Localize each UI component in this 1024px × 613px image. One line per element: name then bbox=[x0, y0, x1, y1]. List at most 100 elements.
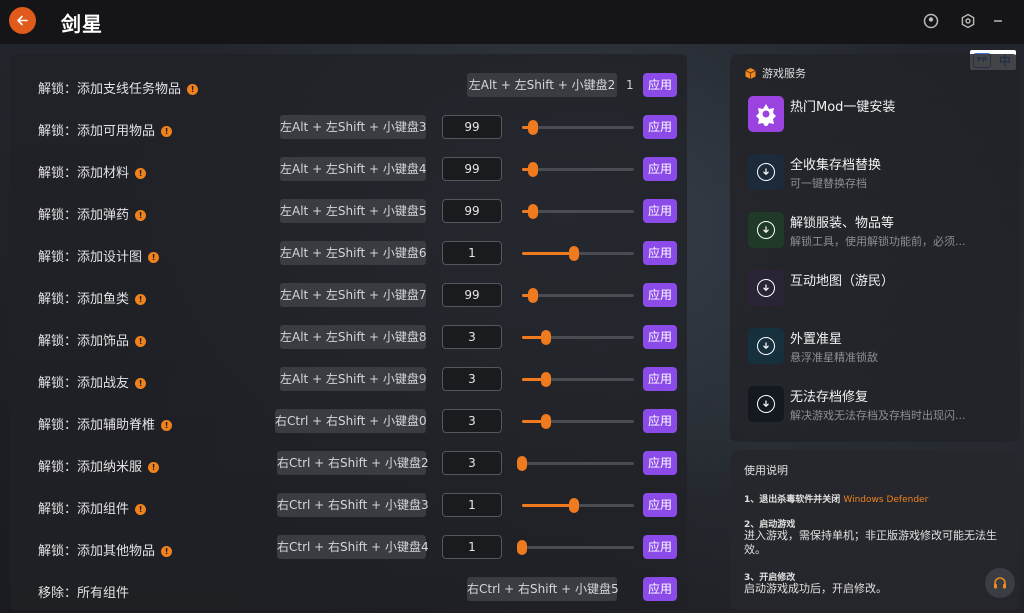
quantity-slider[interactable] bbox=[522, 288, 634, 303]
apply-button[interactable]: 应用 bbox=[643, 157, 677, 181]
apply-button[interactable]: 应用 bbox=[643, 493, 677, 517]
apply-button[interactable]: 应用 bbox=[643, 409, 677, 433]
quantity-input[interactable]: 3 bbox=[442, 451, 502, 475]
info-icon[interactable]: ! bbox=[187, 84, 199, 95]
slider-handle[interactable] bbox=[540, 330, 551, 345]
quantity-input[interactable]: 99 bbox=[442, 115, 502, 139]
quantity-slider[interactable] bbox=[522, 120, 634, 135]
cheat-row: 解锁：添加其他物品! 右Ctrl + 右Shift + 小键盘4 1 应用 bbox=[10, 527, 687, 569]
apply-button[interactable]: 应用 bbox=[643, 535, 677, 559]
service-item-unlock-items[interactable]: 解锁服装、物品等 解锁工具，使用解锁功能前，必须... bbox=[748, 212, 1010, 252]
service-item-crosshair[interactable]: 外置准星 悬浮准星精准锁敌 bbox=[748, 328, 1010, 368]
apply-button[interactable]: 应用 bbox=[643, 73, 677, 97]
hotkey-button[interactable]: 右Ctrl + 右Shift + 小键盘0 bbox=[275, 409, 427, 433]
quantity-slider[interactable] bbox=[522, 246, 634, 261]
info-icon[interactable]: ! bbox=[161, 546, 173, 557]
apply-button[interactable]: 应用 bbox=[643, 241, 677, 265]
cheat-row: 解锁：添加饰品! 左Alt + 左Shift + 小键盘8 3 应用 bbox=[10, 317, 687, 359]
cheat-row: 解锁：添加支线任务物品! 左Alt + 左Shift + 小键盘2 1 应用 bbox=[10, 65, 687, 107]
mod-icon bbox=[748, 96, 784, 132]
settings-icon[interactable] bbox=[958, 11, 978, 31]
quantity-slider[interactable] bbox=[522, 414, 634, 429]
download-icon bbox=[748, 270, 784, 306]
info-icon[interactable]: ! bbox=[135, 378, 147, 389]
info-icon[interactable]: ! bbox=[135, 210, 147, 221]
service-item-mod-install[interactable]: 热门Mod一键安装 bbox=[748, 96, 1010, 136]
slider-handle[interactable] bbox=[528, 288, 539, 303]
cheat-row: 解锁：添加弹药! 左Alt + 左Shift + 小键盘5 99 应用 bbox=[10, 191, 687, 233]
quantity-slider[interactable] bbox=[517, 456, 634, 471]
service-item-save-fix[interactable]: 无法存档修复 解决游戏无法存档及存档时出现闪... bbox=[748, 386, 1010, 426]
slider-handle[interactable] bbox=[568, 498, 579, 513]
hotkey-button[interactable]: 左Alt + 左Shift + 小键盘4 bbox=[280, 157, 427, 181]
info-icon[interactable]: ! bbox=[135, 504, 147, 515]
quantity-input[interactable]: 3 bbox=[442, 325, 502, 349]
info-icon[interactable]: ! bbox=[161, 126, 173, 137]
cheat-row: 解锁：添加战友! 左Alt + 左Shift + 小键盘9 3 应用 bbox=[10, 359, 687, 401]
support-button[interactable] bbox=[985, 568, 1015, 598]
apply-button[interactable]: 应用 bbox=[643, 451, 677, 475]
quantity-input[interactable]: 99 bbox=[442, 283, 502, 307]
quantity-slider[interactable] bbox=[522, 330, 634, 345]
cheat-row: 移除：所有组件 右Ctrl + 右Shift + 小键盘5 应用 bbox=[10, 569, 687, 611]
hotkey-button[interactable]: 左Alt + 左Shift + 小键盘9 bbox=[280, 367, 427, 391]
hotkey-button[interactable]: 左Alt + 左Shift + 小键盘8 bbox=[280, 325, 427, 349]
quantity-input[interactable]: 99 bbox=[442, 199, 502, 223]
hotkey-button[interactable]: 右Ctrl + 右Shift + 小键盘4 bbox=[277, 535, 429, 559]
cheat-label: 移除：所有组件 bbox=[38, 586, 130, 601]
info-icon[interactable]: ! bbox=[135, 336, 147, 347]
quantity-slider[interactable] bbox=[517, 540, 634, 555]
cheat-label: 解锁：添加弹药! bbox=[38, 204, 147, 223]
info-icon[interactable]: ! bbox=[135, 294, 147, 305]
cheat-list-panel: 解锁：添加支线任务物品! 左Alt + 左Shift + 小键盘2 1 应用 解… bbox=[10, 54, 687, 610]
service-item-interactive-map[interactable]: 互动地图（游民） bbox=[748, 270, 1010, 310]
info-icon[interactable]: ! bbox=[148, 462, 160, 473]
cheat-label: 解锁：添加材料! bbox=[38, 162, 147, 181]
apply-button[interactable]: 应用 bbox=[643, 367, 677, 391]
help-step-2-text: 进入游戏，需保持单机；非正版游戏修改可能无法生效。 bbox=[744, 529, 997, 556]
minimize-icon[interactable] bbox=[988, 11, 1008, 31]
slider-handle[interactable] bbox=[517, 456, 527, 471]
hotkey-button[interactable]: 左Alt + 左Shift + 小键盘6 bbox=[280, 241, 427, 265]
help-step-1: 1、退出杀毒软件并关闭 Windows Defender bbox=[744, 495, 929, 505]
slider-handle[interactable] bbox=[528, 120, 539, 135]
service-item-save-replace[interactable]: 全收集存档替换 可一键替换存档 bbox=[748, 154, 1010, 194]
apply-button[interactable]: 应用 bbox=[643, 115, 677, 139]
slider-handle[interactable] bbox=[540, 414, 551, 429]
apply-button[interactable]: 应用 bbox=[643, 199, 677, 223]
quantity-input[interactable]: 1 bbox=[442, 535, 502, 559]
quantity-slider[interactable] bbox=[522, 204, 634, 219]
slider-handle[interactable] bbox=[517, 540, 527, 555]
back-button[interactable] bbox=[9, 7, 36, 34]
quantity-input[interactable]: 1 bbox=[442, 493, 502, 517]
info-icon[interactable]: ! bbox=[135, 168, 147, 179]
hotkey-button[interactable]: 左Alt + 左Shift + 小键盘3 bbox=[280, 115, 427, 139]
user-icon[interactable] bbox=[921, 11, 941, 31]
info-icon[interactable]: ! bbox=[161, 420, 173, 431]
hotkey-button[interactable]: 左Alt + 左Shift + 小键盘5 bbox=[280, 199, 427, 223]
quantity-input[interactable]: 3 bbox=[442, 409, 502, 433]
quantity-input[interactable]: 1 bbox=[442, 241, 502, 265]
hotkey-button[interactable]: 右Ctrl + 右Shift + 小键盘3 bbox=[277, 493, 429, 517]
game-services-panel: 游戏服务 热门Mod一键安装 全收集存档替换 可一键替换存档 解锁服装、物品等 … bbox=[730, 54, 1020, 442]
hotkey-button[interactable]: 右Ctrl + 右Shift + 小键盘5 bbox=[467, 577, 619, 601]
info-icon[interactable]: ! bbox=[148, 252, 160, 263]
slider-handle[interactable] bbox=[568, 246, 579, 261]
cheat-label: 解锁：添加饰品! bbox=[38, 330, 147, 349]
download-icon bbox=[748, 212, 784, 248]
apply-button[interactable]: 应用 bbox=[643, 577, 677, 601]
slider-handle[interactable] bbox=[540, 372, 551, 387]
quantity-slider[interactable] bbox=[522, 162, 634, 177]
quantity-slider[interactable] bbox=[522, 372, 634, 387]
hotkey-button[interactable]: 右Ctrl + 右Shift + 小键盘2 bbox=[277, 451, 429, 475]
download-icon bbox=[748, 328, 784, 364]
slider-handle[interactable] bbox=[528, 204, 539, 219]
hotkey-button[interactable]: 左Alt + 左Shift + 小键盘2 bbox=[467, 73, 617, 97]
hotkey-button[interactable]: 左Alt + 左Shift + 小键盘7 bbox=[280, 283, 427, 307]
quantity-input[interactable]: 99 bbox=[442, 157, 502, 181]
quantity-slider[interactable] bbox=[522, 498, 634, 513]
apply-button[interactable]: 应用 bbox=[643, 325, 677, 349]
slider-handle[interactable] bbox=[528, 162, 539, 177]
apply-button[interactable]: 应用 bbox=[643, 283, 677, 307]
quantity-input[interactable]: 3 bbox=[442, 367, 502, 391]
